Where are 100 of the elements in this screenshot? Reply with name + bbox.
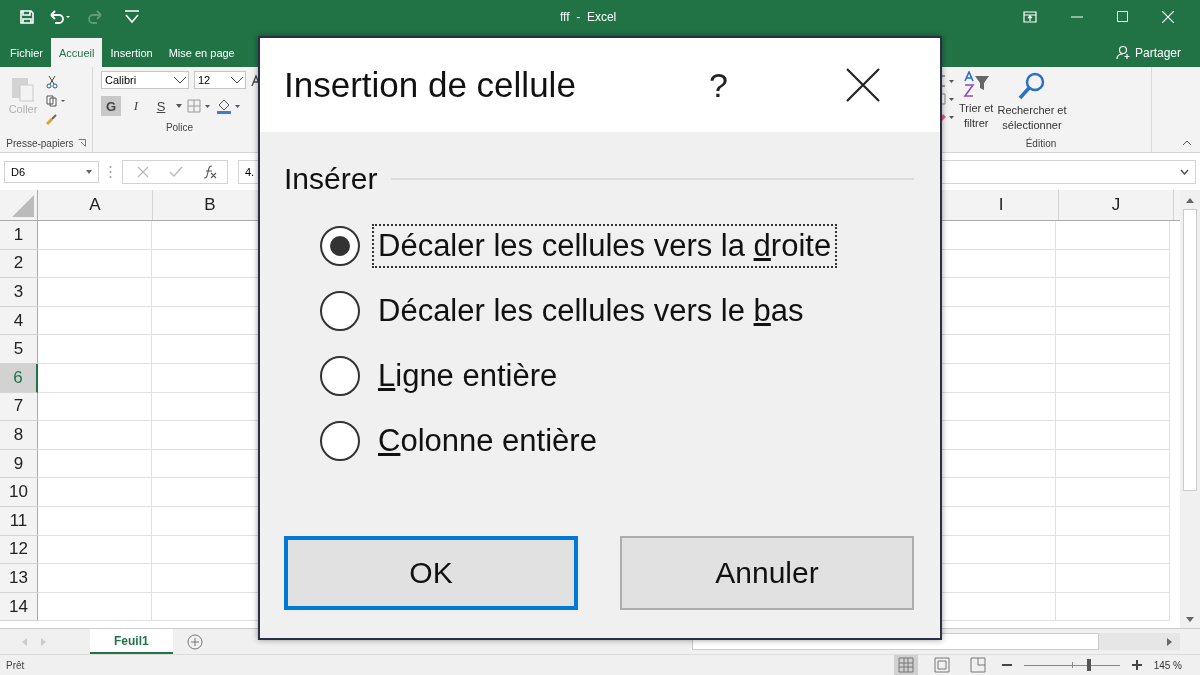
table-cell[interactable] bbox=[38, 363, 152, 393]
row-header[interactable]: 3 bbox=[0, 278, 38, 307]
copy-icon[interactable] bbox=[46, 95, 66, 107]
expand-icon[interactable] bbox=[1180, 168, 1189, 175]
sheet-tab[interactable]: Feuil1 bbox=[90, 629, 173, 654]
scroll-right-icon[interactable] bbox=[1167, 637, 1172, 646]
maximize-icon[interactable] bbox=[1117, 11, 1128, 22]
table-cell[interactable] bbox=[38, 278, 152, 307]
radio-button[interactable] bbox=[320, 421, 360, 461]
share-button[interactable]: Partager bbox=[1115, 38, 1200, 67]
table-cell[interactable] bbox=[1056, 564, 1170, 593]
table-cell[interactable] bbox=[38, 506, 152, 536]
row-header[interactable]: 8 bbox=[0, 421, 38, 450]
minimize-icon[interactable] bbox=[1071, 15, 1083, 18]
vertical-scrollbar[interactable] bbox=[1180, 190, 1200, 628]
radio-button[interactable] bbox=[320, 356, 360, 396]
option-label[interactable]: Décaler les cellules vers le bas bbox=[372, 289, 810, 333]
table-cell[interactable] bbox=[38, 306, 152, 336]
check-icon[interactable] bbox=[169, 165, 183, 178]
table-cell[interactable] bbox=[38, 592, 152, 622]
column-header[interactable]: A bbox=[38, 190, 153, 220]
option-label[interactable]: Ligne entière bbox=[372, 354, 564, 398]
row-header[interactable]: 6 bbox=[0, 363, 38, 393]
row-header[interactable]: 13 bbox=[0, 564, 38, 593]
view-button[interactable] bbox=[893, 655, 918, 675]
row-header[interactable]: 7 bbox=[0, 392, 38, 422]
row-header[interactable]: 14 bbox=[0, 592, 38, 622]
find-select-button[interactable]: Rechercher et sélectionner bbox=[997, 71, 1067, 136]
table-cell[interactable] bbox=[1056, 249, 1170, 279]
table-cell[interactable] bbox=[1056, 535, 1170, 565]
ribbon-tab[interactable]: Mise en page bbox=[160, 38, 243, 67]
column-header[interactable]: I bbox=[944, 190, 1059, 220]
table-cell[interactable] bbox=[1056, 478, 1170, 507]
ok-button[interactable]: OK bbox=[284, 536, 578, 610]
radio-button[interactable] bbox=[320, 291, 360, 331]
table-cell[interactable] bbox=[38, 392, 152, 422]
table-cell[interactable] bbox=[1056, 278, 1170, 307]
ribbon-tab[interactable]: Fichier bbox=[2, 38, 51, 67]
caret-icon[interactable] bbox=[176, 104, 182, 108]
customize-icon[interactable] bbox=[124, 9, 140, 24]
function-icon[interactable] bbox=[203, 164, 217, 179]
zoom-thumb[interactable] bbox=[1086, 659, 1091, 671]
italic-button[interactable]: I bbox=[126, 96, 146, 116]
select-all-icon[interactable] bbox=[12, 195, 34, 217]
row-header[interactable]: 4 bbox=[0, 306, 38, 336]
underline-button[interactable]: S bbox=[151, 96, 171, 116]
option-label[interactable]: Colonne entière bbox=[372, 419, 603, 463]
table-cell[interactable] bbox=[1056, 506, 1170, 536]
table-cell[interactable] bbox=[38, 221, 152, 250]
collapse-icon[interactable] bbox=[1182, 140, 1192, 146]
ribbon-display-icon[interactable] bbox=[1023, 10, 1037, 23]
column-header[interactable]: J bbox=[1059, 190, 1174, 220]
fill-color-icon[interactable] bbox=[216, 98, 242, 114]
table-cell[interactable] bbox=[38, 421, 152, 450]
table-cell[interactable] bbox=[38, 478, 152, 507]
close-icon[interactable] bbox=[846, 68, 880, 102]
ribbon-tab[interactable]: Insertion bbox=[102, 38, 161, 67]
save-icon[interactable] bbox=[20, 9, 34, 24]
option-label[interactable]: Décaler les cellules vers la droite bbox=[372, 224, 838, 268]
cancel-button[interactable]: Annuler bbox=[620, 536, 914, 610]
table-cell[interactable] bbox=[1056, 335, 1170, 364]
table-cell[interactable] bbox=[1056, 221, 1170, 250]
help-button[interactable]: ? bbox=[709, 65, 728, 105]
sort-filter-button[interactable]: Trier et filtrer bbox=[959, 71, 994, 136]
launcher-icon[interactable] bbox=[77, 139, 86, 147]
cancel-icon[interactable] bbox=[137, 165, 149, 178]
scissors-icon[interactable] bbox=[46, 75, 58, 89]
table-cell[interactable] bbox=[1056, 363, 1170, 393]
row-header[interactable]: 11 bbox=[0, 506, 38, 536]
zoom-in-icon[interactable] bbox=[1131, 660, 1142, 670]
table-cell[interactable] bbox=[38, 564, 152, 593]
table-cell[interactable] bbox=[38, 249, 152, 279]
prev-sheet-icon[interactable] bbox=[22, 637, 27, 646]
table-cell[interactable] bbox=[1056, 592, 1170, 622]
brush-icon[interactable] bbox=[46, 113, 58, 125]
ribbon-tab[interactable]: Accueil bbox=[51, 38, 103, 67]
table-cell[interactable] bbox=[1056, 392, 1170, 422]
table-cell[interactable] bbox=[38, 449, 152, 479]
name-box[interactable]: D6 bbox=[4, 160, 99, 183]
table-cell[interactable] bbox=[1056, 421, 1170, 450]
row-header[interactable]: 2 bbox=[0, 249, 38, 279]
row-header[interactable]: 1 bbox=[0, 221, 38, 250]
row-header[interactable]: 10 bbox=[0, 478, 38, 507]
table-cell[interactable] bbox=[1056, 306, 1170, 336]
row-header[interactable]: 5 bbox=[0, 335, 38, 364]
next-sheet-icon[interactable] bbox=[41, 637, 46, 646]
grow-font-icon[interactable] bbox=[251, 74, 261, 86]
table-cell[interactable] bbox=[38, 535, 152, 565]
table-cell[interactable] bbox=[1056, 449, 1170, 479]
font-field[interactable]: Calibri bbox=[101, 71, 189, 89]
scroll-up-icon[interactable] bbox=[1186, 198, 1194, 203]
row-header[interactable]: 9 bbox=[0, 449, 38, 479]
scroll-down-icon[interactable] bbox=[1186, 617, 1194, 622]
add-sheet-icon[interactable] bbox=[186, 633, 203, 650]
bold-button[interactable]: G bbox=[101, 96, 121, 116]
row-header[interactable]: 12 bbox=[0, 535, 38, 565]
table-cell[interactable] bbox=[38, 335, 152, 364]
radio-button[interactable] bbox=[320, 226, 360, 266]
undo-icon[interactable] bbox=[48, 9, 72, 24]
borders-icon[interactable] bbox=[187, 99, 211, 113]
